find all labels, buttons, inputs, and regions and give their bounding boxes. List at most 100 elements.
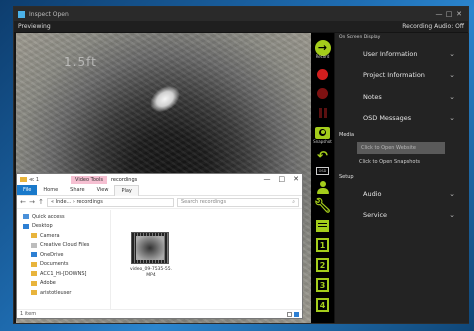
back-arrow-icon[interactable]: ← [20,198,26,206]
osd-messages-row[interactable]: OSD Messages ⌄ [335,108,469,130]
explorer-folder-name: recordings [110,176,138,183]
thumbnail-image [136,236,164,260]
close-button[interactable]: ✕ [454,10,464,18]
note-icon [316,219,329,232]
view-toggle [287,311,299,317]
chevron-down-icon: ⌄ [449,114,455,123]
wrench-icon: 🔧︎ [313,197,332,214]
folder-icon [31,233,37,239]
chevron-down-icon: ⌄ [449,211,455,220]
desktop-folder-icon [23,223,29,229]
app-title: Inspect Open [29,10,69,18]
maximize-button[interactable]: □ [444,10,454,18]
tree-item-camera[interactable]: Camera [23,231,110,241]
video-file-name[interactable]: video_09-7535-55.MP4 [129,267,173,278]
status-bar: Previewing Recording Audio: Off [14,21,468,32]
snapshot-button[interactable] [313,118,332,139]
cloud-folder-icon [31,242,37,248]
tree-item-onedrive[interactable]: OneDrive [23,250,110,260]
ribbon-home-tab[interactable]: Home [37,185,64,195]
depth-overlay: 1.5ft [64,55,97,69]
explorer-body: Quick access Desktop Camera Creative Clo… [17,210,302,309]
undo-button[interactable]: ↶ [313,146,332,165]
search-icon: ⌕ [292,199,295,205]
setup-section-title: Setup [339,174,354,180]
large-icons-view-icon[interactable] [294,311,299,317]
explorer-search-input[interactable]: Search recordings ⌕ [177,197,299,207]
preset-3-button[interactable]: 3 [316,278,329,292]
row-label: Service [363,211,388,220]
record-button[interactable] [313,61,332,80]
tree-item-creative-cloud[interactable]: Creative Cloud Files [23,241,110,251]
camera-icon [315,126,330,139]
tree-item-quick-access[interactable]: Quick access [23,212,110,222]
explorer-close-button[interactable]: ✕ [293,175,299,183]
audio-row[interactable]: Audio ⌄ [335,183,469,205]
settings-button[interactable]: 🔧︎ [313,194,332,214]
explorer-address-row: ← → ↑ « Inde... › recordings Search reco… [17,196,302,209]
media-section-title: Media [339,132,355,138]
folder-icon [20,177,27,182]
tree-item-documents[interactable]: Documents [23,260,110,270]
preset-1-button[interactable]: 1 [316,238,329,252]
up-arrow-icon[interactable]: ↑ [38,198,44,206]
app-titlebar: Inspect Open — □ ✕ [14,7,468,21]
tree-item-adobe[interactable]: Adobe [23,279,110,289]
onedrive-icon [31,252,37,258]
ribbon-view-tab[interactable]: View [91,185,115,195]
notes-button[interactable] [313,213,332,232]
osd-header: On Screen Display [339,35,381,40]
record-dim-button[interactable] [313,80,332,99]
video-tools-tab[interactable]: Video Tools [71,175,107,184]
folder-icon [31,290,37,296]
record-stop-icon [317,88,328,99]
user-info-button[interactable] [313,175,332,194]
tree-item-acc1[interactable]: ACC1_Hi-[DOWNS] [23,269,110,279]
connect-button[interactable]: → [313,33,332,56]
details-view-icon[interactable] [287,311,292,317]
row-label: Project Information [363,71,425,80]
minimize-button[interactable]: — [434,10,444,18]
item-count: 1 item [20,311,37,317]
open-snapshots-link[interactable]: Click to Open Snapshots [359,159,469,165]
preset-4-button[interactable]: 4 [316,298,329,312]
app-icon [18,10,25,18]
osd-icon[interactable]: OSD [316,167,329,175]
chevron-down-icon: ⌄ [449,189,455,198]
open-website-button[interactable]: Click to Open Website [357,142,445,154]
pc-icon [23,214,29,220]
tree-item-desktop[interactable]: Desktop [23,222,110,232]
explorer-titlebar: ≪ 1 Video Tools recordings — □ ✕ [17,174,302,185]
notes-row[interactable]: Notes ⌄ [335,86,469,108]
forward-arrow-icon[interactable]: → [29,198,35,206]
file-explorer-window: ≪ 1 Video Tools recordings — □ ✕ File Ho… [16,173,303,319]
settings-panel: On Screen Display User Information ⌄ Pro… [335,33,469,323]
folder-icon [31,261,37,267]
search-placeholder: Search recordings [181,199,227,205]
control-toolbar: → Record Snapshot ↶ OSD 🔧︎ 1 2 3 4 [311,33,334,323]
address-bar[interactable]: « Inde... › recordings [47,197,174,207]
user-information-row[interactable]: User Information ⌄ [335,43,469,65]
row-label: User Information [363,49,418,58]
folder-icon [31,271,37,277]
ribbon-share-tab[interactable]: Share [64,185,90,195]
project-information-row[interactable]: Project Information ⌄ [335,65,469,87]
tree-item-aristotleuser[interactable]: aristotleuser [23,288,110,298]
pause-button[interactable] [313,99,332,118]
service-row[interactable]: Service ⌄ [335,205,469,227]
preset-2-button[interactable]: 2 [316,258,329,272]
explorer-maximize-button[interactable]: □ [279,175,286,183]
row-label: Audio [363,189,382,198]
user-icon [316,180,329,195]
ribbon-file-tab[interactable]: File [17,185,38,195]
video-file-thumbnail[interactable] [131,232,169,264]
explorer-ribbon: File Home Share View Play [17,184,302,196]
explorer-minimize-button[interactable]: — [264,175,271,183]
row-label: OSD Messages [363,114,412,123]
chevron-down-icon: ⌄ [449,71,455,80]
ribbon-play-tab[interactable]: Play [114,184,139,196]
address-path: « Inde... › recordings [51,199,103,205]
explorer-status-bar: 1 item [17,309,302,318]
snapshot-label: Snapshot [313,139,332,144]
chevron-down-icon: ⌄ [449,49,455,58]
